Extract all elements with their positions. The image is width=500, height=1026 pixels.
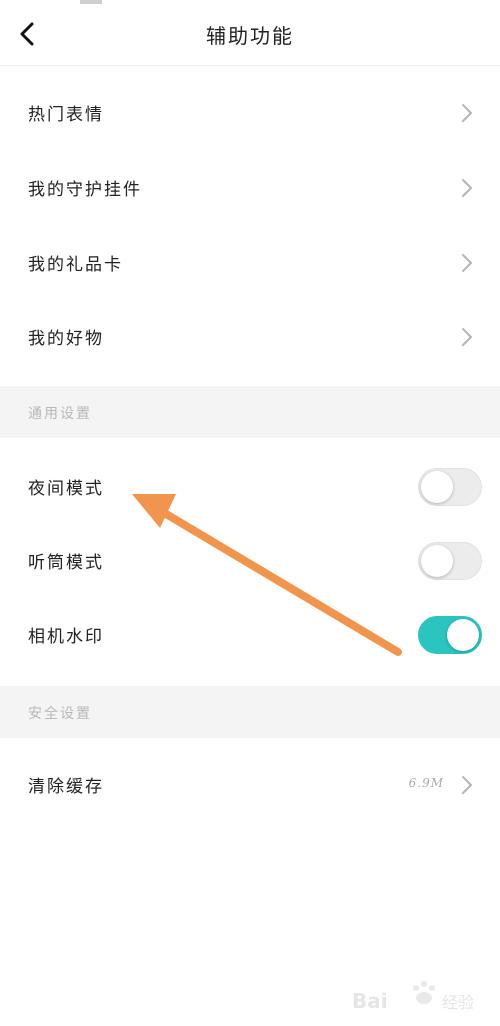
cache-size-value: 6.9M [408, 776, 444, 790]
setting-night-mode: 夜间模式 [0, 450, 500, 524]
camera-watermark-toggle[interactable] [418, 616, 482, 654]
earpiece-mode-toggle[interactable] [418, 542, 482, 580]
menu-item-label: 我的礼品卡 [28, 255, 123, 275]
night-mode-toggle[interactable] [418, 468, 482, 506]
section-label: 安全设置 [28, 706, 92, 722]
section-header-security: 安全设置 [0, 686, 500, 738]
setting-label: 相机水印 [28, 627, 104, 647]
setting-label: 清除缓存 [28, 777, 104, 797]
chevron-right-icon [462, 179, 472, 197]
svg-text:经验: 经验 [442, 993, 474, 1012]
page-title: 辅助功能 [206, 24, 294, 48]
toggle-knob [421, 545, 453, 577]
menu-item-label: 我的好物 [28, 329, 104, 349]
menu-item-label: 热门表情 [28, 105, 104, 125]
chevron-right-icon [462, 104, 472, 122]
setting-camera-watermark: 相机水印 [0, 598, 500, 672]
setting-clear-cache[interactable]: 清除缓存 6.9M [0, 748, 500, 822]
nav-header: 辅助功能 [0, 0, 500, 66]
svg-text:Bai: Bai [352, 989, 388, 1013]
setting-earpiece-mode: 听筒模式 [0, 524, 500, 598]
menu-item-label: 我的守护挂件 [28, 180, 142, 200]
chevron-right-icon [462, 776, 472, 794]
menu-item-hot-stickers[interactable]: 热门表情 [0, 76, 500, 150]
toggle-knob [447, 619, 479, 651]
setting-label: 夜间模式 [28, 479, 104, 499]
section-header-general: 通用设置 [0, 386, 500, 438]
menu-item-good-things[interactable]: 我的好物 [0, 300, 500, 374]
chevron-right-icon [462, 254, 472, 272]
menu-item-gift-card[interactable]: 我的礼品卡 [0, 226, 500, 300]
menu-item-guardian-pendant[interactable]: 我的守护挂件 [0, 151, 500, 225]
chevron-right-icon [462, 328, 472, 346]
settings-page: 辅助功能 热门表情 我的守护挂件 我的礼品卡 我的好物 通用设置 夜间模式 听筒… [0, 0, 500, 1026]
baidu-jingyan-watermark-logo: Bai 经验 [352, 981, 474, 1013]
section-label: 通用设置 [28, 406, 92, 422]
setting-label: 听筒模式 [28, 553, 104, 573]
toggle-knob [421, 471, 453, 503]
